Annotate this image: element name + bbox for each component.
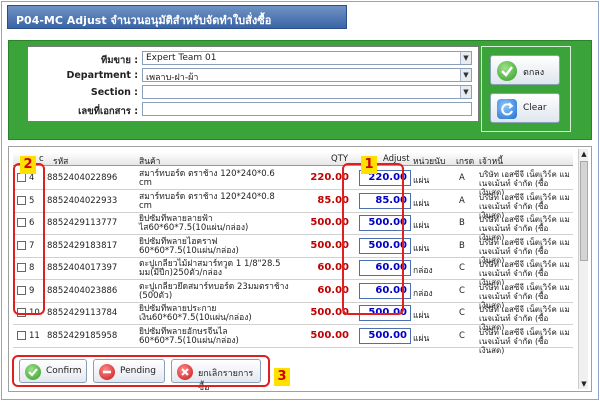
row-qty: 85.00	[317, 194, 349, 206]
row-product: สมาร์ทบอร์ด ตราช้าง 120*240*0.6 cm	[139, 169, 275, 188]
row-checkbox[interactable]	[17, 330, 26, 340]
filter-panel: ทีมขาย : Expert Team 01 ▼ Department : เ…	[8, 40, 592, 140]
row-grade: A	[459, 195, 465, 206]
chevron-down-icon[interactable]: ▼	[460, 86, 471, 98]
row-code: 8852404017397	[47, 263, 118, 273]
section-select[interactable]: ▼	[142, 85, 472, 99]
chevron-down-icon[interactable]: ▼	[460, 52, 471, 64]
row-code: 8852429113777	[47, 218, 118, 228]
scroll-down-icon[interactable]: ▼	[579, 379, 589, 389]
row-code: 8852429185958	[47, 330, 118, 341]
table-row[interactable]: 10 8852429113784 ยิปซัมทีพลายประกาย เงิน60…	[13, 303, 573, 332]
callout-action-buttons	[12, 355, 270, 387]
row-qty: 500.00	[310, 307, 349, 318]
row-unit: แผ่น	[413, 176, 430, 186]
team-select[interactable]: Expert Team 01 ▼	[142, 51, 472, 65]
row-grade: A	[459, 173, 465, 183]
table-row[interactable]: 6 8852429113777 ยิปซัมทีพลายลายฟ้า ไส60*60…	[13, 213, 573, 242]
department-value: เพลาบ-ฝา-ผ้า	[146, 73, 199, 83]
row-product: ยิปซัมทีพลายลายฟ้า ไส60*60*7.5(10แผ่น/กล…	[139, 214, 249, 233]
ok-label: ตกลง	[523, 68, 545, 78]
grid-header: c รหัส สินค้า QTY Adjust หน่วยนับ เกรด เ…	[13, 152, 573, 168]
vertical-scrollbar[interactable]: ▲ ▼	[578, 149, 588, 389]
filter-form: ทีมขาย : Expert Team 01 ▼ Department : เ…	[27, 46, 479, 122]
col-supplier[interactable]: เจ้าหนี้	[479, 154, 503, 168]
chevron-down-icon[interactable]: ▼	[460, 69, 471, 81]
row-unit: แผ่น	[413, 243, 430, 254]
col-grade[interactable]: เกรด	[456, 154, 474, 168]
row-code: 8852429113784	[47, 308, 118, 318]
row-code: 8852404023886	[47, 285, 118, 296]
col-code[interactable]: รหัส	[53, 154, 68, 168]
callout-badge-1: 1	[361, 156, 377, 174]
section-label: Section :	[90, 87, 138, 98]
row-qty: 60.00	[317, 284, 349, 296]
clear-label: Clear	[523, 103, 547, 113]
clear-button[interactable]: Clear	[490, 93, 560, 123]
scroll-thumb[interactable]	[580, 161, 588, 261]
row-product: ยิปซัมทีพลายประกาย เงิน60*60*7.5(10แผ่น/…	[139, 304, 252, 323]
row-qty: 500.00	[310, 329, 349, 341]
department-select[interactable]: เพลาบ-ฝา-ผ้า ▼	[142, 68, 472, 83]
scroll-up-icon[interactable]: ▲	[579, 149, 589, 159]
row-product: ตะปูเกลียวยึดสมาร์ทบอร์ด 23มมตราช้าง (50…	[139, 281, 289, 301]
table-row[interactable]: 4 8852404022896 สมาร์ทบอร์ด ตราช้าง 120*24…	[13, 168, 573, 197]
row-product: ยิปซัมทีพลายไฮคราฟ 60*60*7.5(10แผ่น/กล่อ…	[139, 236, 239, 256]
table-row[interactable]: 11 8852429185958 ยิปซัมทีพลายอักษรจีนไล 60…	[13, 326, 573, 355]
row-unit: แผ่น	[413, 333, 430, 344]
page-title: P04-MC Adjust จำนวนอนุมัติสำหรับจัดทำใบส…	[7, 5, 347, 29]
row-unit: กล่อง	[413, 288, 433, 299]
team-value: Expert Team 01	[146, 53, 217, 63]
ok-button[interactable]: ตกลง	[490, 55, 560, 85]
row-unit: แผ่น	[413, 221, 430, 231]
row-qty: 220.00	[310, 172, 349, 183]
row-grade: C	[459, 285, 465, 296]
row-qty: 500.00	[310, 217, 349, 228]
department-label: Department :	[66, 70, 138, 81]
row-qty: 500.00	[310, 239, 349, 251]
row-grade: C	[459, 263, 465, 273]
row-grade: B	[459, 240, 465, 251]
row-qty: 60.00	[317, 262, 349, 273]
row-code: 8852404022933	[47, 195, 118, 206]
row-unit: กล่อง	[413, 266, 433, 276]
table-row[interactable]: 7 8852429183817 ยิปซัมทีพลายไฮคราฟ 60*60*7…	[13, 236, 573, 265]
row-grade: C	[459, 308, 465, 318]
col-product[interactable]: สินค้า	[139, 154, 160, 168]
row-product: ยิปซัมทีพลายอักษรจีนไล 60*60*7.5(10แผ่น/…	[139, 326, 239, 346]
table-row[interactable]: 9 8852404023886 ตะปูเกลียวยึดสมาร์ทบอร์ด 2…	[13, 281, 573, 310]
button-panel: ตกลง Clear	[481, 46, 571, 132]
row-code: 8852404022896	[47, 173, 118, 183]
team-label: ทีมขาย :	[100, 55, 138, 66]
row-unit: แผ่น	[413, 198, 430, 209]
docno-label: เลขที่เอกสาร :	[78, 106, 138, 117]
callout-badge-3: 3	[274, 368, 290, 386]
callout-checkbox-column	[13, 163, 45, 315]
docno-input[interactable]	[142, 102, 472, 116]
table-row[interactable]: 5 8852404022933 สมาร์ทบอร์ด ตราช้าง 120*24…	[13, 191, 573, 220]
col-unit[interactable]: หน่วยนับ	[413, 154, 445, 168]
row-product: ตะปูเกลียวไม้ฝาสมาร์ทวูด 1 1/8"28.5 มม(ม…	[139, 259, 281, 278]
callout-badge-2: 2	[20, 156, 36, 174]
row-supplier: บริษัท เอสซีจี เน็ตเวิร์ค แม เนจเม้นท์ จ…	[479, 327, 570, 355]
refresh-icon	[497, 99, 517, 119]
row-grade: B	[459, 218, 465, 228]
row-no: 11	[29, 330, 40, 341]
table-row[interactable]: 8 8852404017397 ตะปูเกลียวไม้ฝาสมาร์ทวูด 1…	[13, 258, 573, 287]
row-adjust-input[interactable]: 500.00	[359, 327, 411, 344]
row-code: 8852429183817	[47, 240, 118, 251]
callout-adjust-column	[342, 163, 404, 315]
check-icon	[497, 61, 517, 81]
row-grade: C	[459, 330, 465, 341]
row-unit: แผ่น	[413, 311, 430, 321]
row-product: สมาร์ทบอร์ด ตราช้าง 120*240*0.8 cm	[139, 191, 275, 211]
